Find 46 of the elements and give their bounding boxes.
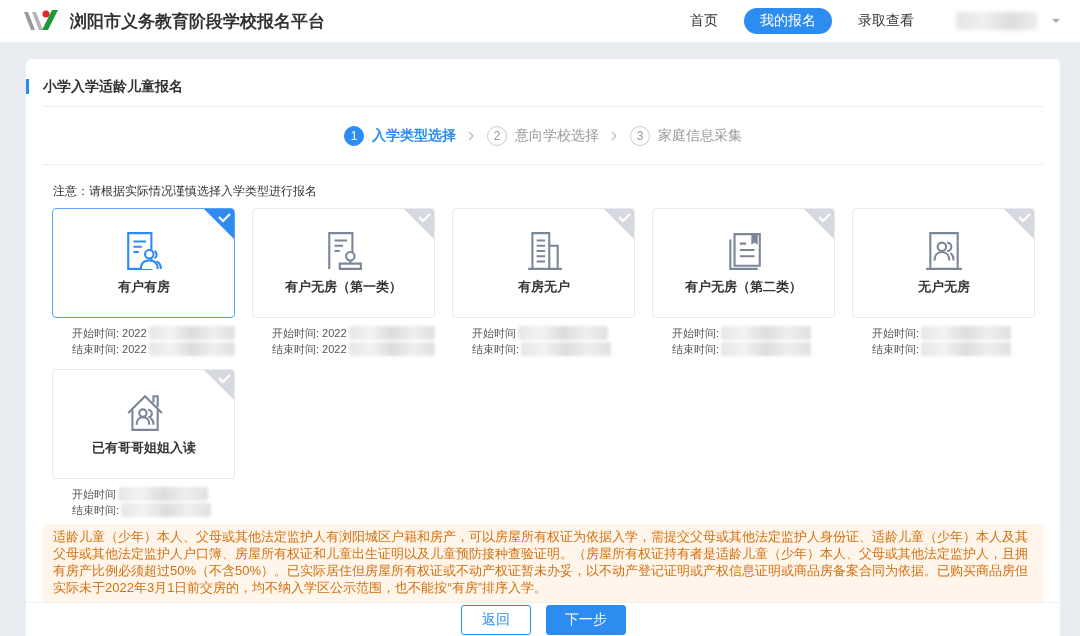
check-corner-icon <box>604 209 634 239</box>
step-label: 入学类型选择 <box>372 126 456 145</box>
step-label: 家庭信息采集 <box>658 126 742 145</box>
date-label: 开始时间: <box>872 325 920 341</box>
back-button[interactable]: 返回 <box>460 605 531 635</box>
site-title: 浏阳市义务教育阶段学校报名平台 <box>70 10 325 33</box>
check-corner-icon <box>804 209 834 239</box>
enrollment-type-card[interactable]: 有户有房 <box>52 208 235 318</box>
date-label: 开始时间: 2022 <box>72 325 147 341</box>
card-label: 有户有房 <box>117 278 170 296</box>
card-label: 已有哥哥姐姐入读 <box>91 439 196 457</box>
enrollment-type-card[interactable]: 有户无房（第一类） <box>252 208 435 318</box>
enrollment-type-card[interactable]: 有房无户 <box>452 208 635 318</box>
date-label: 开始时间 <box>472 325 516 341</box>
enrollment-type-card[interactable]: 无户无房 <box>852 208 1035 318</box>
date-label: 结束时间: <box>872 341 920 357</box>
date-label: 结束时间: 2022 <box>272 341 347 357</box>
caret-icon[interactable] <box>1052 19 1060 23</box>
check-corner-icon <box>204 370 234 400</box>
card-label: 有户无房（第一类） <box>285 278 402 296</box>
page-title: 小学入学适龄儿童报名 <box>43 78 183 94</box>
date-label: 结束时间: <box>672 341 720 357</box>
chevron-icon <box>611 130 618 141</box>
date-label: 开始时间: 2022 <box>272 325 347 341</box>
info-paragraph: 适龄儿童（少年）本人、父母或其他法定监护人有浏阳城区户籍和房产，可以房屋所有权证为依据入学，需提交父母或其他法定监护人身份证、适龄儿童（少年）本人及其父母或其他法定监护人户口簿、房屋所有权证和儿童出生证明以及儿童预防接种查验证明。（房屋所有权证持有者是适龄儿童（少年）本人、父母或其他法定监护人，且拥有房产比例必须超过50%（不含50%）。已实际居住但房屋所有权证或不动产权证暂未办妥，以不动产登记证明或产权信息证明或商品房备案合同为依据。已购买商品房但实际未于2022年3月1日前交房的，均不纳入学区公示范围，也不能按“有房”排序入学。 <box>43 524 1043 602</box>
nav-link[interactable]: 首页 <box>674 8 734 34</box>
accent-bar <box>26 79 29 94</box>
date-label: 结束时间: 2022 <box>72 341 147 357</box>
step-number: 1 <box>344 125 364 146</box>
check-corner-icon <box>204 209 234 239</box>
step-label: 意向学校选择 <box>515 126 599 145</box>
enrollment-type-card[interactable]: 有户无房（第二类） <box>652 208 835 318</box>
chevron-icon <box>468 130 475 141</box>
people-frame-icon <box>923 230 964 271</box>
nav-link[interactable]: 录取查看 <box>842 8 930 34</box>
card-label: 无户无房 <box>917 278 970 296</box>
card-label: 有户无房（第二类） <box>685 278 802 296</box>
enrollment-type-card[interactable]: 已有哥哥姐姐入读 <box>52 369 235 479</box>
date-label: 结束时间: <box>472 341 520 357</box>
date-label: 开始时间 <box>72 486 116 502</box>
notice-text: 注意：请根据实际情况谨慎选择入学类型进行报名 <box>53 183 318 200</box>
check-corner-icon <box>404 209 434 239</box>
card-label: 有房无户 <box>517 278 570 296</box>
date-label: 开始时间: <box>672 325 720 341</box>
check-corner-icon <box>1004 209 1034 239</box>
date-label: 结束时间: <box>72 502 120 518</box>
